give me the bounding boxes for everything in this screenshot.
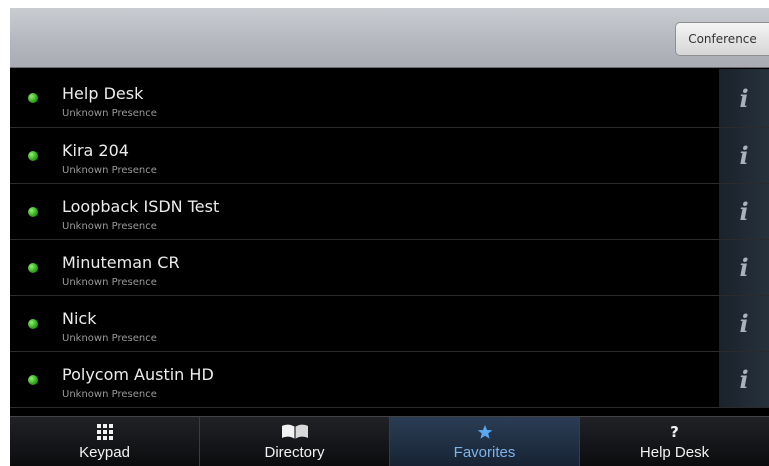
- contact-row[interactable]: Nick Unknown Presence i: [10, 296, 769, 352]
- header-bar: Conference: [10, 8, 769, 68]
- tab-keypad[interactable]: Keypad: [10, 417, 200, 466]
- contact-presence: Unknown Presence: [62, 221, 157, 232]
- contact-presence: Unknown Presence: [62, 277, 157, 288]
- info-button[interactable]: i: [719, 352, 769, 407]
- contact-presence: Unknown Presence: [62, 333, 157, 344]
- info-button[interactable]: i: [719, 296, 769, 351]
- contact-name: Loopback ISDN Test: [62, 197, 220, 216]
- star-icon: [477, 422, 493, 442]
- info-button[interactable]: i: [719, 184, 769, 239]
- info-icon: i: [739, 197, 749, 226]
- presence-dot-icon: [28, 374, 38, 385]
- contact-list: Help Desk Unknown Presence i Kira 204 Un…: [10, 69, 769, 416]
- keypad-icon: [96, 422, 113, 442]
- tab-label: Help Desk: [639, 444, 710, 461]
- presence-dot-icon: [28, 318, 38, 329]
- screen: Conference Help Desk Unknown Presence i …: [10, 8, 769, 466]
- bottom-tab-bar: Keypad Directory Favorites ? Help Desk: [10, 416, 769, 466]
- info-icon: i: [739, 253, 749, 282]
- conference-button[interactable]: Conference: [675, 22, 769, 56]
- info-icon: i: [739, 83, 749, 113]
- tab-directory[interactable]: Directory: [200, 417, 390, 466]
- presence-dot-icon: [28, 206, 38, 217]
- contact-name: Nick: [62, 309, 97, 328]
- contact-presence: Unknown Presence: [62, 108, 157, 119]
- contact-row[interactable]: Minuteman CR Unknown Presence i: [10, 240, 769, 296]
- contact-presence: Unknown Presence: [62, 165, 157, 176]
- contact-row[interactable]: Help Desk Unknown Presence i: [10, 69, 769, 128]
- contact-row[interactable]: Loopback ISDN Test Unknown Presence i: [10, 184, 769, 240]
- book-icon: [281, 422, 309, 442]
- info-icon: i: [739, 141, 749, 170]
- contact-name: Polycom Austin HD: [62, 365, 214, 384]
- question-icon: ?: [670, 423, 679, 441]
- contact-row[interactable]: Kira 204 Unknown Presence i: [10, 128, 769, 184]
- tab-label: Favorites: [453, 444, 516, 461]
- info-button[interactable]: i: [719, 128, 769, 183]
- info-icon: i: [739, 365, 749, 394]
- contact-name: Kira 204: [62, 141, 129, 160]
- contact-presence: Unknown Presence: [62, 389, 157, 400]
- presence-dot-icon: [28, 262, 38, 273]
- info-button[interactable]: i: [719, 240, 769, 295]
- tab-label: Directory: [264, 444, 325, 461]
- contact-row[interactable]: Polycom Austin HD Unknown Presence i: [10, 352, 769, 408]
- tab-favorites[interactable]: Favorites: [390, 417, 580, 466]
- presence-dot-icon: [28, 150, 38, 161]
- contact-name: Minuteman CR: [62, 253, 180, 272]
- presence-dot-icon: [28, 93, 38, 103]
- tab-label: Keypad: [79, 444, 130, 461]
- info-button[interactable]: i: [719, 69, 769, 127]
- tab-help-desk[interactable]: ? Help Desk: [580, 417, 769, 466]
- info-icon: i: [739, 309, 749, 338]
- contact-name: Help Desk: [62, 84, 144, 103]
